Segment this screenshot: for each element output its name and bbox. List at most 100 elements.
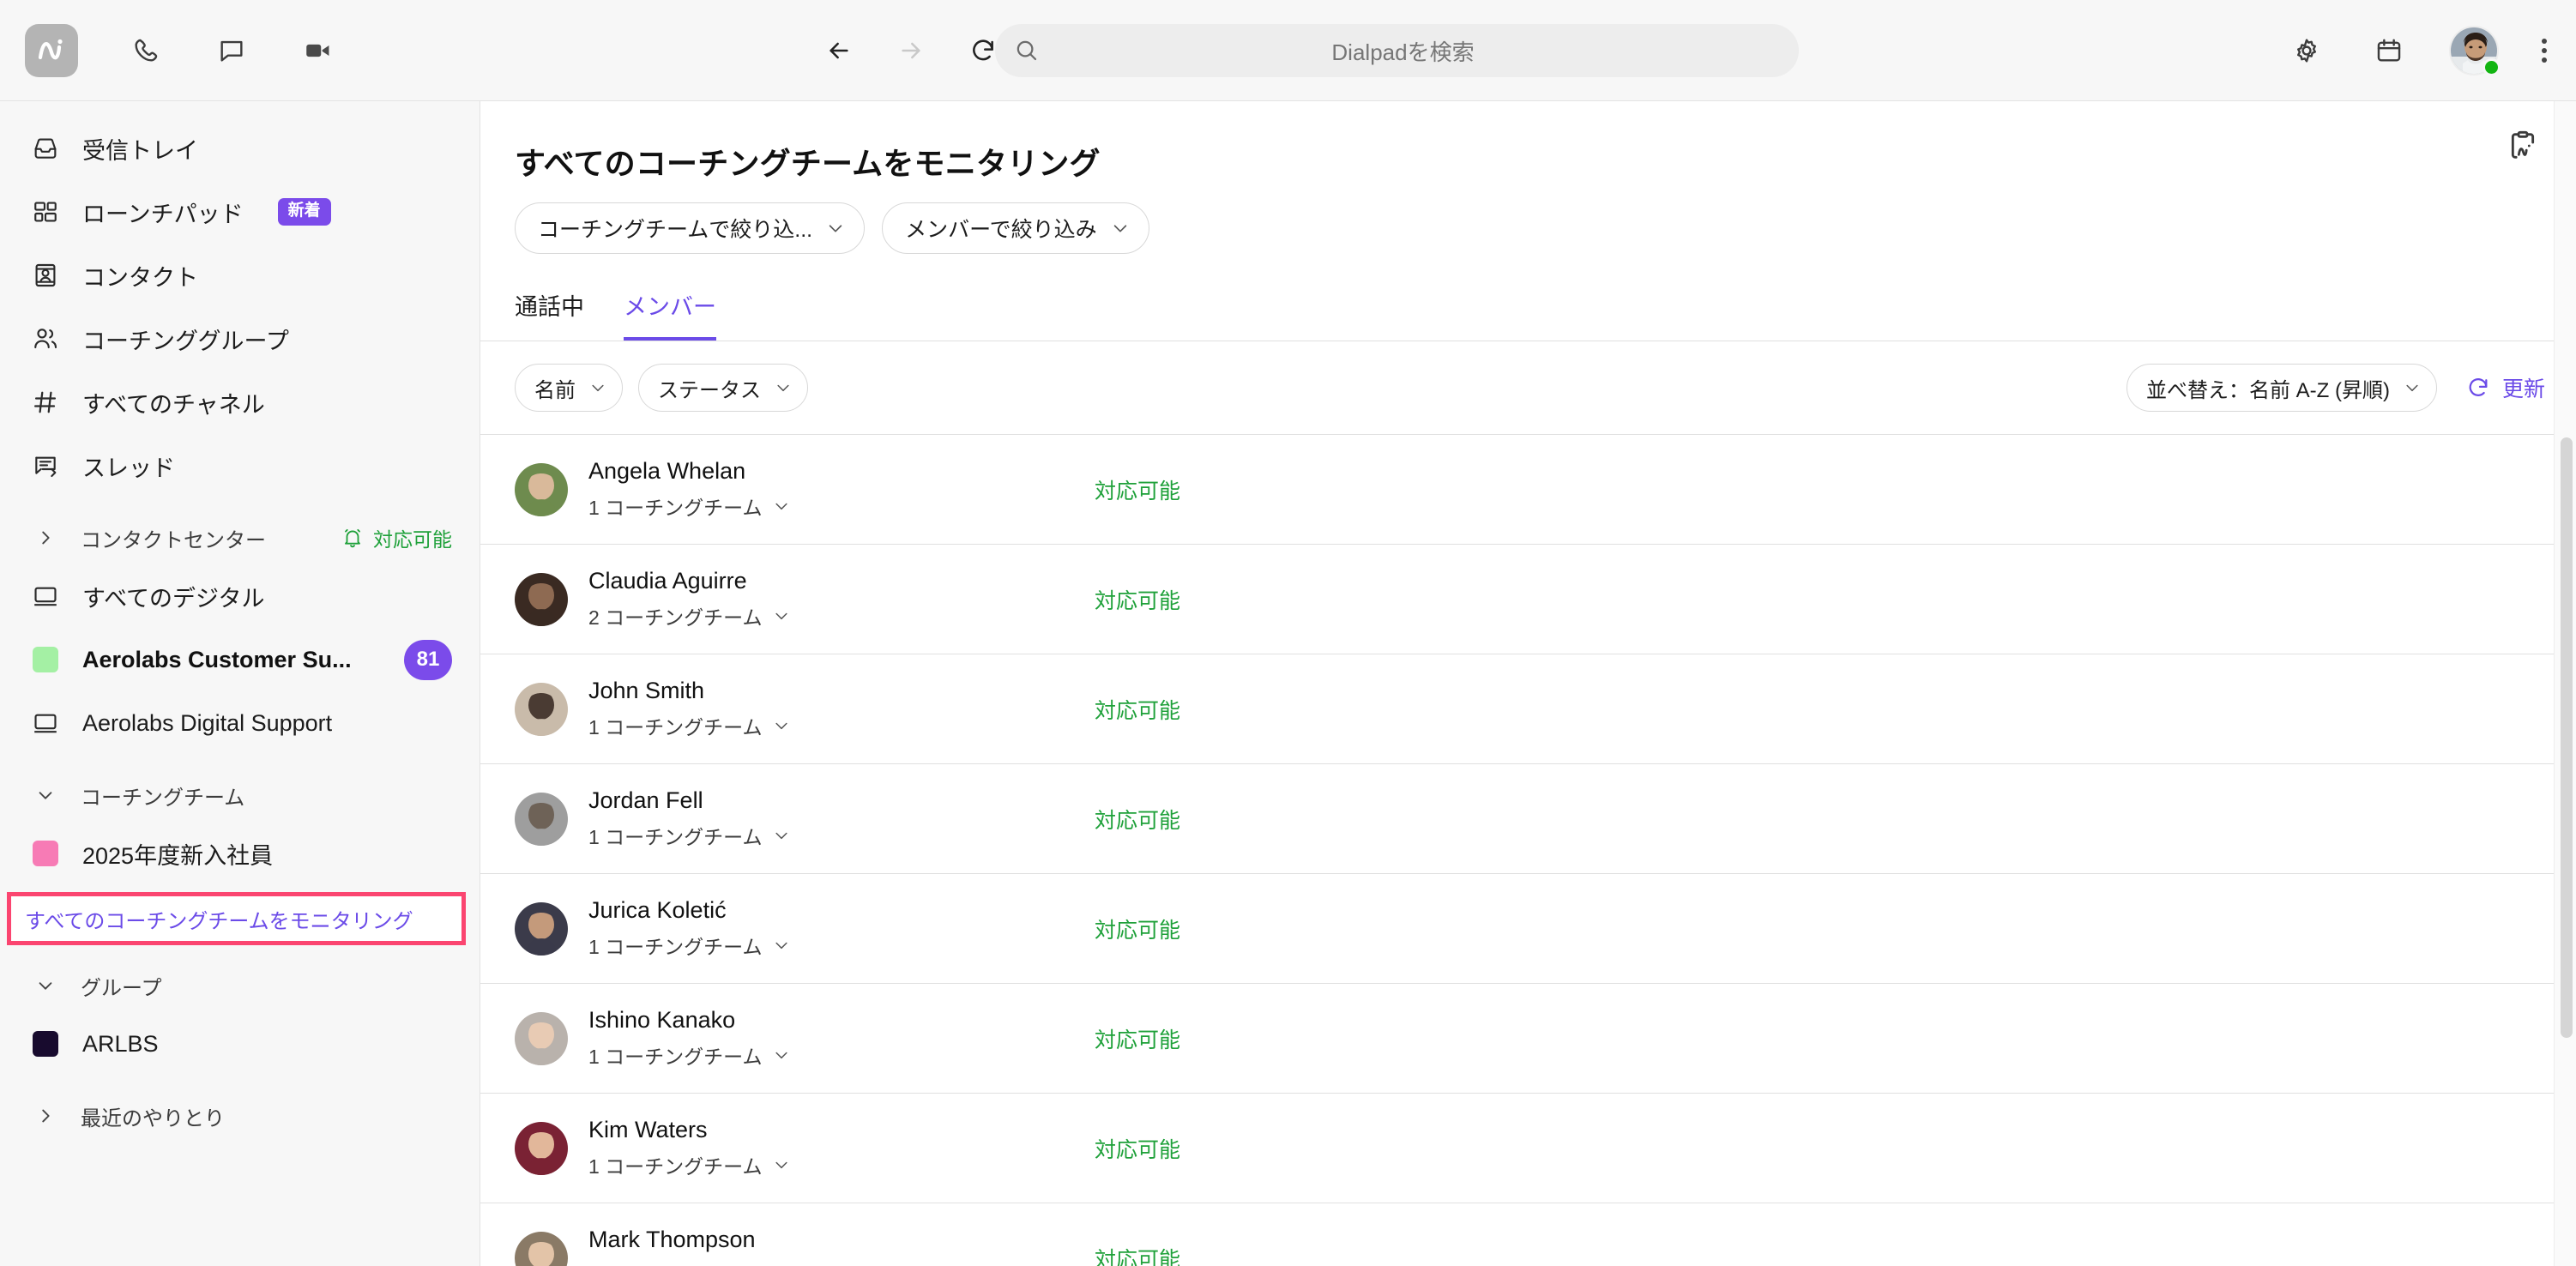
name-filter-label: 名前: [534, 378, 576, 402]
sidebar: 受信トレイ ローンチパッド 新着 コンタクト コーチンググループ すべてのチャネ…: [0, 101, 480, 1266]
sidebar-item-2025-new-hires[interactable]: 2025年度新入社員: [0, 822, 480, 885]
chevron-down-icon: [31, 781, 60, 810]
dialpad-ai-logo[interactable]: [25, 23, 78, 77]
sidebar-item-coaching-group[interactable]: コーチンググループ: [0, 307, 480, 371]
team-color-swatch: [31, 645, 60, 674]
tab-on-call[interactable]: 通話中: [515, 288, 584, 341]
status-badge: 対応可能: [1095, 808, 1181, 833]
member-teams[interactable]: 1 コーチングチーム: [588, 1150, 1069, 1179]
sidebar-item-launchpad[interactable]: ローンチパッド 新着: [0, 180, 480, 244]
table-row[interactable]: Mark Thompson 2 コーチングチーム 対応可能: [480, 1203, 2576, 1266]
more-options-icon[interactable]: [2537, 33, 2552, 68]
chevron-down-icon: [773, 607, 790, 624]
sidebar-section-recent[interactable]: 最近のやりとり: [0, 1089, 480, 1142]
member-name: Claudia Aguirre: [588, 568, 747, 594]
chevron-down-icon: [2404, 379, 2421, 396]
sidebar-section-groups[interactable]: グループ: [0, 959, 480, 1012]
contact-center-status[interactable]: 対応可能: [341, 523, 452, 552]
table-row[interactable]: Jurica Koletić 1 コーチングチーム 対応可能: [480, 874, 2576, 984]
avatar: [515, 1121, 568, 1175]
chevron-down-icon: [589, 379, 606, 396]
coaching-group-icon: [31, 324, 60, 353]
member-teams[interactable]: 2 コーチングチーム: [588, 601, 1069, 630]
sidebar-item-label: 2025年度新入社員: [82, 842, 274, 869]
sidebar-item-all-channels[interactable]: すべてのチャネル: [0, 371, 480, 434]
tab-members[interactable]: メンバー: [624, 288, 716, 341]
table-row[interactable]: Ishino Kanako 1 コーチングチーム 対応可能: [480, 984, 2576, 1094]
sidebar-item-label: コンタクト: [82, 264, 198, 291]
phone-icon[interactable]: [124, 28, 168, 73]
sidebar-item-arlbs[interactable]: ARLBS: [0, 1012, 480, 1076]
member-name: Mark Thompson: [588, 1227, 756, 1252]
calendar-icon[interactable]: [2367, 28, 2411, 73]
name-filter-dropdown[interactable]: 名前: [515, 364, 623, 412]
table-row[interactable]: John Smith 1 コーチングチーム 対応可能: [480, 654, 2576, 764]
avatar[interactable]: [2449, 25, 2501, 76]
sort-label: 並べ替え：名前 A-Z (昇順): [2146, 378, 2390, 402]
member-teams[interactable]: 1 コーチングチーム: [588, 711, 1069, 740]
member-teams[interactable]: 1 コーチングチーム: [588, 821, 1069, 850]
sidebar-item-aerolabs-digital-support[interactable]: Aerolabs Digital Support: [0, 691, 480, 755]
member-teams[interactable]: 2 コーチングチーム: [588, 1260, 1069, 1266]
back-button[interactable]: [819, 31, 859, 70]
sidebar-item-label: ローンチパッド: [82, 201, 244, 227]
status-badge: 対応可能: [1095, 1028, 1181, 1052]
member-teams[interactable]: 1 コーチングチーム: [588, 491, 1069, 521]
chevron-down-icon: [773, 717, 790, 734]
sidebar-section-contact-center[interactable]: コンタクトセンター 対応可能: [0, 511, 480, 564]
avatar: [515, 792, 568, 846]
sidebar-item-aerolabs-customer-support[interactable]: Aerolabs Customer Su... 81: [0, 628, 480, 691]
scrollbar[interactable]: [2554, 101, 2576, 1266]
member-list: Angela Whelan 1 コーチングチーム 対応可能 Claudia Ag…: [480, 434, 2576, 1266]
message-icon[interactable]: [209, 28, 254, 73]
table-row[interactable]: Kim Waters 1 コーチングチーム 対応可能: [480, 1094, 2576, 1203]
sidebar-item-threads[interactable]: スレッド: [0, 434, 480, 497]
launchpad-icon: [31, 197, 60, 226]
status-filter-dropdown[interactable]: ステータス: [638, 364, 808, 412]
sidebar-item-all-digital[interactable]: すべてのデジタル: [0, 564, 480, 628]
sidebar-item-label: 受信トレイ: [82, 137, 198, 164]
chevron-down-icon: [775, 379, 792, 396]
main-content: すべてのコーチングチームをモニタリング コーチングチームで絞り込... メンバー…: [480, 101, 2576, 1266]
gear-icon[interactable]: [2284, 28, 2329, 73]
group-color-swatch: [31, 1029, 60, 1058]
refresh-button[interactable]: 更新: [2466, 372, 2545, 403]
sidebar-item-contacts[interactable]: コンタクト: [0, 244, 480, 307]
table-row[interactable]: Jordan Fell 1 コーチングチーム 対応可能: [480, 764, 2576, 874]
avatar: [515, 1011, 568, 1065]
member-info: Ishino Kanako 1 コーチングチーム: [588, 1007, 1069, 1070]
bell-icon: [341, 523, 365, 552]
chevron-down-icon: [773, 937, 790, 954]
main-header: すべてのコーチングチームをモニタリング コーチングチームで絞り込... メンバー…: [480, 101, 2576, 254]
member-name: John Smith: [588, 678, 705, 703]
contact-center-status-label: 対応可能: [373, 528, 452, 551]
section-title: グループ: [81, 976, 162, 1000]
chevron-right-icon: [31, 523, 60, 552]
video-icon[interactable]: [295, 28, 340, 73]
filter-member[interactable]: メンバーで絞り込み: [882, 202, 1149, 254]
page-title: すべてのコーチングチームをモニタリング: [515, 146, 1101, 181]
tab-bar: 通話中 メンバー: [515, 288, 2576, 341]
table-row[interactable]: Angela Whelan 1 コーチングチーム 対応可能: [480, 435, 2576, 545]
search-input[interactable]: Dialpadを検索: [995, 24, 1799, 77]
sidebar-section-coaching-teams[interactable]: コーチングチーム: [0, 769, 480, 822]
member-teams[interactable]: 1 コーチングチーム: [588, 1040, 1069, 1070]
sidebar-item-inbox[interactable]: 受信トレイ: [0, 117, 480, 180]
filter-coaching-team[interactable]: コーチングチームで絞り込...: [515, 202, 866, 254]
chevron-down-icon: [31, 971, 60, 1000]
member-info: Kim Waters 1 コーチングチーム: [588, 1117, 1069, 1179]
sort-dropdown[interactable]: 並べ替え：名前 A-Z (昇順): [2127, 364, 2437, 412]
team-color-swatch: [31, 839, 60, 868]
status-badge: 対応可能: [1095, 588, 1181, 613]
section-title: 最近のやりとり: [81, 1106, 225, 1130]
avatar: [515, 462, 568, 516]
member-teams[interactable]: 1 コーチングチーム: [588, 931, 1069, 960]
scrollbar-thumb[interactable]: [2561, 437, 2573, 1038]
table-row[interactable]: Claudia Aguirre 2 コーチングチーム 対応可能: [480, 545, 2576, 654]
ai-scorecard-icon[interactable]: [2501, 124, 2545, 168]
sidebar-item-monitor-all-coaching-teams[interactable]: すべてのコーチングチームをモニタリング: [7, 892, 466, 945]
topbar-right-actions: [2284, 25, 2552, 76]
member-name: Jordan Fell: [588, 787, 703, 813]
member-name: Ishino Kanako: [588, 1007, 736, 1033]
forward-button[interactable]: [891, 31, 931, 70]
